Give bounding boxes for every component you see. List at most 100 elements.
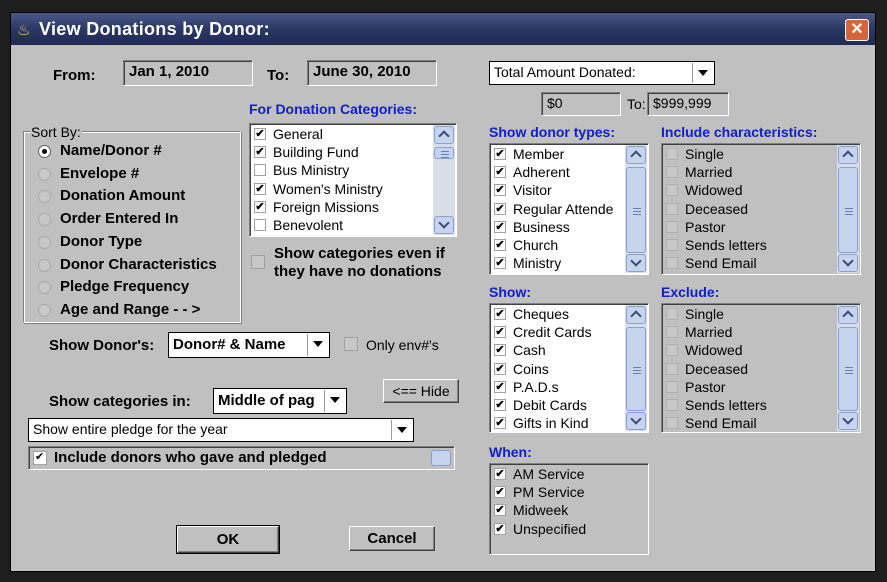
show-item-label: Gifts in Kind: [513, 415, 589, 432]
hide-button[interactable]: <== Hide: [383, 379, 459, 403]
ok-button[interactable]: OK: [176, 525, 280, 554]
sort-radio[interactable]: [38, 303, 51, 317]
scroll-down-icon[interactable]: [838, 412, 858, 430]
chevron-down-icon[interactable]: [391, 420, 412, 440]
checkbox[interactable]: ✔: [494, 326, 506, 339]
spin-icon[interactable]: [431, 450, 451, 466]
checkbox[interactable]: ✔: [494, 166, 506, 179]
pledge-option-select[interactable]: Show entire pledge for the year: [28, 418, 414, 442]
checkbox[interactable]: [666, 184, 678, 197]
include-donors-checkbox[interactable]: [33, 450, 47, 465]
sort-radio[interactable]: [38, 213, 51, 227]
donor-types-item-label: Adherent: [513, 164, 570, 181]
checkbox[interactable]: ✔: [494, 344, 506, 357]
title-bar[interactable]: ♨ View Donations by Donor: ✕: [11, 13, 875, 45]
checkbox[interactable]: [666, 148, 678, 160]
checkbox[interactable]: ✔: [494, 399, 506, 411]
checkbox[interactable]: ✔: [494, 522, 506, 535]
checkbox[interactable]: [254, 219, 266, 231]
sort-radio[interactable]: [38, 235, 51, 249]
scroll-up-icon[interactable]: [838, 146, 858, 164]
to-date-field[interactable]: June 30, 2010: [307, 60, 437, 86]
scroll-thumb[interactable]: [434, 147, 454, 159]
sort-radio[interactable]: [38, 190, 51, 204]
checkbox[interactable]: [666, 239, 678, 251]
sort-radio[interactable]: [38, 145, 51, 158]
scroll-down-icon[interactable]: [626, 254, 646, 272]
checkbox[interactable]: [666, 417, 678, 430]
scroll-up-icon[interactable]: [434, 126, 454, 144]
checkbox[interactable]: ✔: [494, 362, 506, 375]
checkbox[interactable]: ✔: [494, 417, 506, 430]
scroll-up-icon[interactable]: [626, 306, 646, 324]
sort-radio[interactable]: [38, 258, 51, 272]
scroll-up-icon[interactable]: [626, 146, 646, 164]
checkbox[interactable]: [666, 399, 678, 411]
amount-min-field[interactable]: $0: [541, 92, 621, 116]
checkbox[interactable]: [666, 380, 678, 393]
characteristics-label: Include characteristics:: [661, 124, 818, 140]
donor-types-item-label: Ministry: [513, 255, 562, 272]
exclude-list[interactable]: Single Married Widowed Deceased Pastor Sends …: [661, 303, 861, 433]
checkbox[interactable]: ✔: [254, 182, 266, 195]
checkbox[interactable]: ✔: [494, 257, 506, 270]
amount-type-select[interactable]: Total Amount Donated:: [489, 61, 715, 85]
show-categories-checkbox[interactable]: [251, 255, 265, 269]
donation-categories-list[interactable]: ✔ General ✔ Building Fund Bus Ministry ✔ Women…: [249, 123, 457, 237]
checkbox[interactable]: [666, 362, 678, 375]
scroll-up-icon[interactable]: [838, 306, 858, 324]
checkbox[interactable]: [254, 164, 266, 177]
sort-radio[interactable]: [38, 281, 51, 295]
scroll-thumb[interactable]: [838, 167, 858, 253]
checkbox[interactable]: ✔: [494, 504, 506, 517]
chevron-down-icon[interactable]: [324, 390, 345, 412]
checkbox[interactable]: [666, 166, 678, 179]
when-list[interactable]: ✔ AM Service ✔ PM Service ✔ Midweek ✔ Unspecifi…: [489, 463, 649, 555]
checkbox[interactable]: [666, 308, 678, 320]
checkbox[interactable]: ✔: [494, 202, 506, 215]
show-payment-list[interactable]: ✔ Cheques ✔ Credit Cards ✔ Cash ✔ Coins ✔ P.A.D.s…: [489, 303, 649, 433]
checkbox[interactable]: ✔: [494, 239, 506, 251]
donation-categories-item-label: Women's Ministry: [273, 180, 383, 197]
checkbox[interactable]: [666, 220, 678, 233]
include-donors-row[interactable]: Include donors who gave and pledged: [28, 446, 455, 470]
checkbox[interactable]: ✔: [494, 380, 506, 393]
vertical-scrollbar[interactable]: [837, 145, 859, 273]
checkbox[interactable]: [666, 326, 678, 339]
scroll-down-icon[interactable]: [838, 254, 858, 272]
amount-max-field[interactable]: $999,999: [647, 92, 729, 116]
from-date-field[interactable]: Jan 1, 2010: [123, 60, 253, 86]
checkbox[interactable]: ✔: [494, 220, 506, 233]
cancel-button[interactable]: Cancel: [349, 526, 435, 551]
show-categories-in-select[interactable]: Middle of pag: [213, 388, 347, 414]
scroll-down-icon[interactable]: [434, 216, 454, 234]
checkbox[interactable]: ✔: [494, 308, 506, 320]
only-env-checkbox[interactable]: [344, 337, 358, 351]
scroll-thumb[interactable]: [626, 327, 646, 411]
vertical-scrollbar[interactable]: [625, 305, 647, 431]
checkbox[interactable]: ✔: [494, 486, 506, 499]
checkbox[interactable]: ✔: [254, 128, 266, 140]
show-donors-select[interactable]: Donor# & Name: [168, 332, 330, 358]
checkbox[interactable]: ✔: [494, 184, 506, 197]
checkbox[interactable]: ✔: [494, 468, 506, 480]
characteristics-list[interactable]: Single Married Widowed Deceased Pastor Sends …: [661, 143, 861, 275]
close-button[interactable]: ✕: [845, 19, 869, 41]
vertical-scrollbar[interactable]: [433, 125, 455, 235]
checkbox[interactable]: ✔: [494, 148, 506, 160]
donor-types-item-label: Church: [513, 237, 559, 253]
vertical-scrollbar[interactable]: [837, 305, 859, 431]
checkbox[interactable]: [666, 257, 678, 270]
chevron-down-icon[interactable]: [307, 334, 328, 356]
vertical-scrollbar[interactable]: [625, 145, 647, 273]
scroll-thumb[interactable]: [838, 327, 858, 411]
checkbox[interactable]: [666, 344, 678, 357]
checkbox[interactable]: ✔: [254, 146, 266, 159]
sort-radio[interactable]: [38, 167, 51, 181]
checkbox[interactable]: [666, 202, 678, 215]
donor-types-list[interactable]: ✔ Member ✔ Adherent ✔ Visitor ✔ Regular Attende…: [489, 143, 649, 275]
chevron-down-icon[interactable]: [692, 63, 713, 83]
scroll-thumb[interactable]: [626, 167, 646, 253]
checkbox[interactable]: ✔: [254, 200, 266, 213]
scroll-down-icon[interactable]: [626, 412, 646, 430]
